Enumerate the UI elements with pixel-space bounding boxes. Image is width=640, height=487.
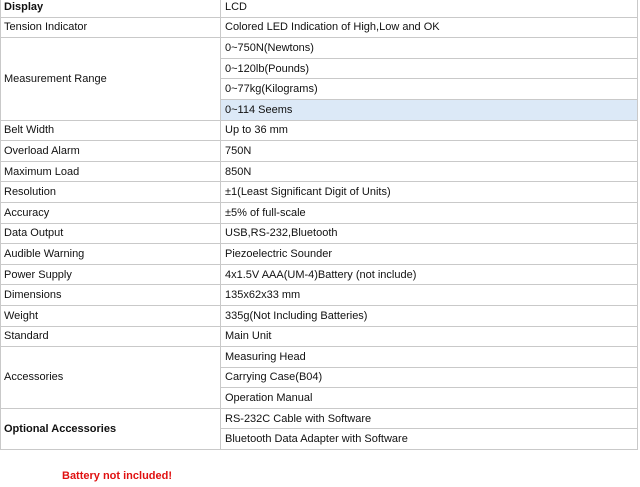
table-row: Maximum Load 850N — [0, 160, 638, 183]
row-label-range: Measurement Range — [0, 37, 221, 121]
row-value-maxload: 850N — [220, 160, 638, 183]
row-label-power: Power Supply — [0, 263, 221, 286]
row-value-range-4: 0~114 Seems — [220, 98, 638, 121]
row-value-power: 4x1.5V AAA(UM-4)Battery (not include) — [220, 263, 638, 286]
row-value-resolution: ±1(Least Significant Digit of Units) — [220, 181, 638, 203]
table-row: Data Output USB,RS-232,Bluetooth — [0, 222, 638, 245]
row-value-dimensions: 135x62x33 mm — [220, 284, 638, 306]
row-value-range-2: 0~120lb(Pounds) — [220, 57, 638, 80]
row-label-resolution: Resolution — [0, 181, 221, 203]
row-value-standard: Main Unit — [220, 325, 638, 348]
row-label-display: Display — [0, 0, 221, 18]
table-row: Overload Alarm 750N — [0, 140, 638, 162]
row-value-optional-1: RS-232C Cable with Software — [220, 407, 638, 430]
table-row: Power Supply 4x1.5V AAA(UM-4)Battery (no… — [0, 263, 638, 286]
row-label-tension: Tension Indicator — [0, 16, 221, 39]
table-row: Weight 335g(Not Including Batteries) — [0, 304, 638, 327]
row-label-dimensions: Dimensions — [0, 284, 221, 306]
row-value-overload: 750N — [220, 140, 638, 162]
row-value-tension: Colored LED Indication of High,Low and O… — [220, 16, 638, 39]
table-row: Resolution ±1(Least Significant Digit of… — [0, 181, 638, 203]
row-label-accuracy: Accuracy — [0, 201, 221, 224]
row-value-accessories-1: Measuring Head — [220, 346, 638, 368]
row-label-accessories: Accessories — [0, 346, 221, 409]
row-value-range-1: 0~750N(Newtons) — [220, 37, 638, 59]
table-row: Belt Width Up to 36 mm — [0, 119, 638, 142]
table-row: Accessories Measuring Head — [0, 346, 638, 409]
row-label-maxload: Maximum Load — [0, 160, 221, 183]
row-label-standard: Standard — [0, 325, 221, 348]
row-value-weight: 335g(Not Including Batteries) — [220, 304, 638, 327]
table-row: Audible Warning Piezoelectric Sounder — [0, 243, 638, 265]
row-value-warning: Piezoelectric Sounder — [220, 243, 638, 265]
row-label-overload: Overload Alarm — [0, 140, 221, 162]
row-value-range-3: 0~77kg(Kilograms) — [220, 78, 638, 100]
row-value-accessories-3: Operation Manual — [220, 387, 638, 409]
spec-table: Display LCD Tension Indicator Colored LE… — [0, 0, 638, 451]
row-label-warning: Audible Warning — [0, 243, 221, 265]
row-value-belt: Up to 36 mm — [220, 119, 638, 142]
table-row: Display LCD — [0, 0, 638, 18]
row-label-belt: Belt Width — [0, 119, 221, 142]
table-row: Optional Accessories RS-232C Cable with … — [0, 407, 638, 451]
table-row: Tension Indicator Colored LED Indication… — [0, 16, 638, 39]
row-value-accuracy: ±5% of full-scale — [220, 201, 638, 224]
row-label-output: Data Output — [0, 222, 221, 245]
row-label-weight: Weight — [0, 304, 221, 327]
row-value-output: USB,RS-232,Bluetooth — [220, 222, 638, 245]
row-value-accessories-2: Carrying Case(B04) — [220, 366, 638, 389]
table-row: Measurement Range 0~750N(Newtons) — [0, 37, 638, 121]
table-row: Dimensions 135x62x33 mm — [0, 284, 638, 306]
row-value-display: LCD — [220, 0, 638, 18]
table-row: Standard Main Unit — [0, 325, 638, 348]
table-row: Accuracy ±5% of full-scale — [0, 201, 638, 224]
battery-note: Battery not included! — [62, 470, 173, 482]
row-value-optional-2: Bluetooth Data Adapter with Software — [220, 428, 638, 451]
row-label-optional: Optional Accessories — [0, 407, 221, 451]
